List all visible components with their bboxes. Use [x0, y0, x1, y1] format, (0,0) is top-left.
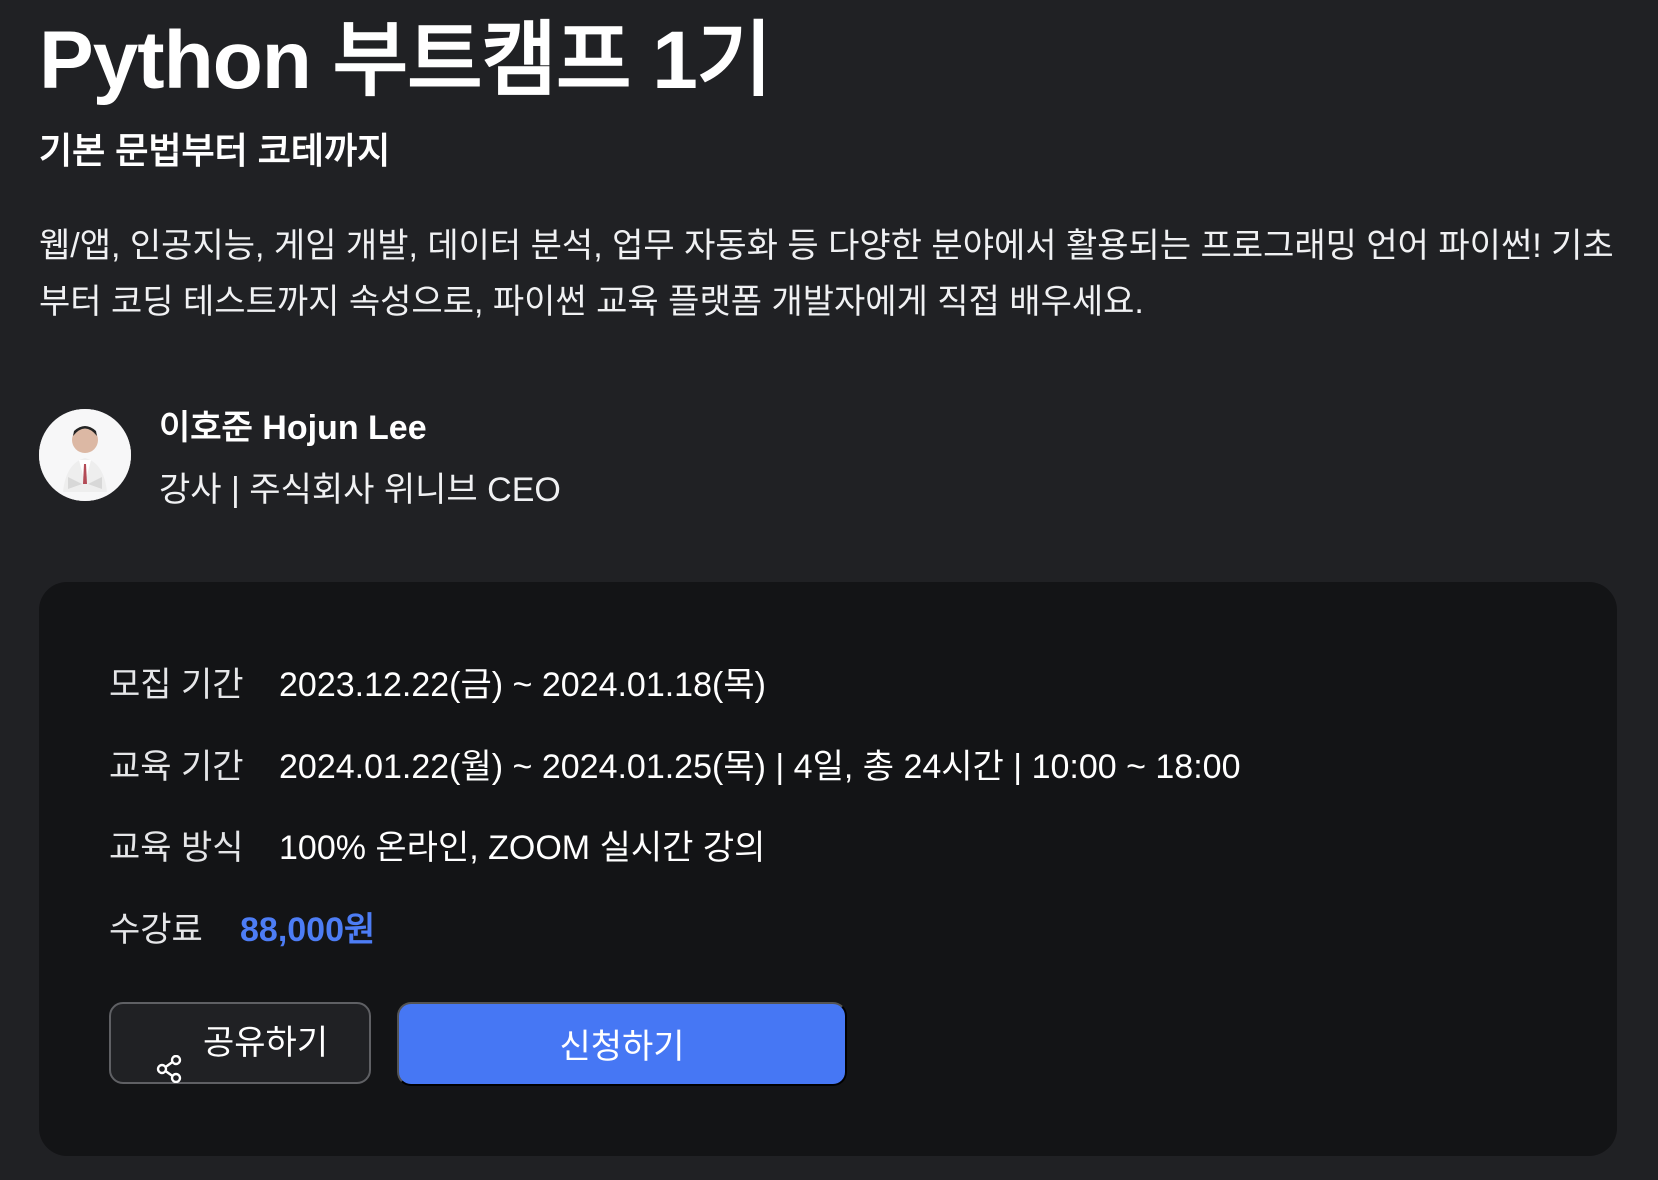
share-button-label: 공유하기: [203, 1024, 329, 1062]
course-description: 웹/앱, 인공지능, 게임 개발, 데이터 분석, 업무 자동화 등 다양한 분…: [39, 227, 1614, 321]
recruitment-period-label: 모집 기간: [109, 666, 244, 704]
instructor-profile: 이호준 Hojun Lee 강사 | 주식회사 위니브 CEO: [39, 406, 839, 509]
recruitment-period-value: 2023.12.22(금) ~ 2024.01.18(목): [279, 666, 766, 704]
course-detail-page: Python 부트캠프 1기 기본 문법부터 코테까지 웹/앱, 인공지능, 게…: [39, 0, 1619, 1180]
course-info-card: 모집 기간 2023.12.22(금) ~ 2024.01.18(목) 교육 기…: [39, 582, 1617, 1156]
education-method-label: 교육 방식: [109, 829, 244, 867]
share-icon: [155, 1031, 183, 1084]
person-avatar-icon: [39, 409, 131, 501]
education-period-value: 2024.01.22(월) ~ 2024.01.25(목) | 4일, 총 24…: [279, 748, 1241, 786]
course-action-buttons: 공유하기 신청하기: [109, 1002, 869, 1086]
course-title: Python 부트캠프 1기: [39, 15, 772, 106]
course-subtitle: 기본 문법부터 코테까지: [39, 130, 391, 171]
education-method-value: 100% 온라인, ZOOM 실시간 강의: [279, 829, 766, 867]
tuition-label: 수강료: [109, 911, 203, 949]
share-icon-svg: [156, 1054, 182, 1084]
instructor-avatar: [39, 409, 131, 501]
share-button[interactable]: 공유하기: [109, 1002, 371, 1084]
instructor-name: 이호준 Hojun Lee: [159, 409, 427, 447]
apply-button[interactable]: 신청하기: [397, 1002, 847, 1086]
tuition-price: 88,000원: [240, 911, 376, 949]
education-period-label: 교육 기간: [109, 748, 244, 786]
instructor-role: 강사 | 주식회사 위니브 CEO: [159, 471, 561, 509]
